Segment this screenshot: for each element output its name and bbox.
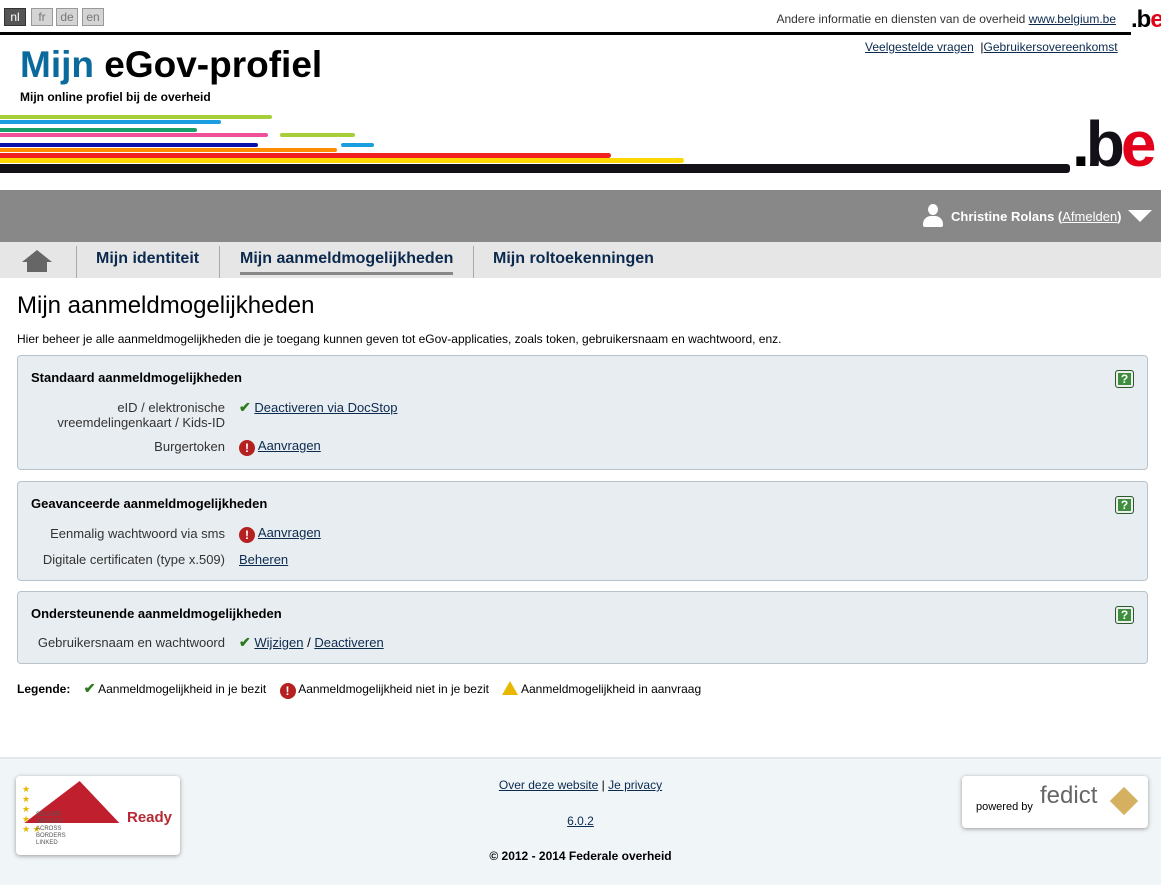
check-icon: ✔ <box>239 634 251 650</box>
check-icon: ✔ <box>239 399 251 415</box>
error-icon: ! <box>239 527 255 543</box>
fedict-logo: powered by fedict <box>962 776 1148 828</box>
home-icon[interactable] <box>22 250 52 272</box>
legend-ok: Aanmeldmogelijkheid in je bezit <box>98 682 267 696</box>
error-icon: ! <box>279 683 296 699</box>
other-info: Andere informatie en diensten van de ove… <box>776 12 1116 26</box>
help-icon[interactable]: ? <box>1115 370 1134 388</box>
change-password-link[interactable]: Wijzigen <box>254 635 303 650</box>
privacy-link[interactable]: Je privacy <box>608 778 662 792</box>
user-menu-chevron-down-icon[interactable] <box>1128 210 1152 222</box>
request-token-link[interactable]: Aanvragen <box>258 438 321 453</box>
panel-title: Geavanceerde aanmeldmogelijkheden <box>31 496 268 511</box>
tab-roles[interactable]: Mijn roltoekenningen <box>493 250 654 268</box>
site-subtitle: Mijn online profiel bij de overheid <box>20 90 211 104</box>
powered-by: powered by <box>976 801 1033 813</box>
fedict-cube-icon <box>1109 786 1139 816</box>
tab-divider <box>76 246 77 278</box>
panel-title: Standaard aanmeldmogelijkheden <box>31 370 242 385</box>
terms-link[interactable]: Gebruikersovereenkomst <box>984 40 1118 54</box>
title-mijn: Mijn <box>20 44 94 85</box>
legend-pending: Aanmeldmogelijkheid in aanvraag <box>521 682 702 696</box>
error-icon: ! <box>239 440 255 456</box>
be-logo: .be <box>1072 108 1156 180</box>
belgium-link[interactable]: www.belgium.be <box>1029 12 1116 26</box>
panel-standard: Standaard aanmeldmogelijkheden ? eID / e… <box>17 355 1148 470</box>
row-label: Eenmalig wachtwoord via sms <box>50 526 225 541</box>
check-icon: ✔ <box>83 680 96 696</box>
page-title: Mijn aanmeldmogelijkheden <box>17 292 315 319</box>
help-icon[interactable]: ? <box>1115 606 1134 624</box>
page-intro: Hier beheer je alle aanmeldmogelijkheden… <box>17 332 782 346</box>
faq-link[interactable]: Veelgestelde vragen <box>865 40 974 54</box>
user-name: Christine Rolans <box>951 209 1055 224</box>
lang-en[interactable]: en <box>82 8 104 26</box>
user-info: Christine Rolans (Afmelden) <box>951 209 1122 224</box>
legend: Legende: ✔ Aanmeldmogelijkheid in je bez… <box>17 680 701 699</box>
lang-de[interactable]: de <box>56 8 78 26</box>
lang-fr[interactable]: fr <box>31 8 53 26</box>
panel-supporting: Ondersteunende aanmeldmogelijkheden ? Ge… <box>17 591 1148 664</box>
help-icon[interactable]: ? <box>1115 496 1134 514</box>
legend-label: Legende: <box>17 682 71 696</box>
other-info-text: Andere informatie en diensten van de ove… <box>776 12 1029 26</box>
tab-login-options[interactable]: Mijn aanmeldmogelijkheden <box>240 250 454 275</box>
deactivate-password-link[interactable]: Deactiveren <box>314 635 383 650</box>
copyright: © 2012 - 2014 Federale overheid <box>489 849 672 863</box>
user-icon <box>922 204 944 228</box>
row-label: eID / elektronische vreemdelingenkaart /… <box>57 400 225 430</box>
site-title: Mijn eGov-profiel <box>20 44 322 86</box>
row-label: Burgertoken <box>154 439 225 454</box>
fedict-text: fedict <box>1040 782 1098 809</box>
version-link[interactable]: 6.0.2 <box>567 814 594 828</box>
tab-divider <box>219 246 220 278</box>
request-sms-link[interactable]: Aanvragen <box>258 525 321 540</box>
tab-identity[interactable]: Mijn identiteit <box>96 250 199 268</box>
top-links: Veelgestelde vragen |Gebruikersovereenko… <box>865 40 1118 54</box>
about-link[interactable]: Over deze website <box>499 778 598 792</box>
panel-title: Ondersteunende aanmeldmogelijkheden <box>31 606 282 621</box>
be-small-logo: .be <box>1131 6 1161 33</box>
panel-advanced: Geavanceerde aanmeldmogelijkheden ? Eenm… <box>17 481 1148 581</box>
top-rule <box>0 32 1131 35</box>
tab-divider <box>473 246 474 278</box>
row-label: Gebruikersnaam en wachtwoord <box>37 635 225 650</box>
logout-link[interactable]: Afmelden <box>1062 209 1117 224</box>
warning-icon <box>502 681 519 695</box>
title-egov: eGov-profiel <box>93 44 323 85</box>
manage-certificates-link[interactable]: Beheren <box>239 552 288 567</box>
row-label: Digitale certificaten (type x.509) <box>42 552 225 567</box>
footer: ★ ★ ★ ★ ★ ★ SECURE IDENTITY ACROSS BORDERS L… <box>0 757 1161 885</box>
legend-missing: Aanmeldmogelijkheid niet in je bezit <box>298 682 489 696</box>
lang-nl[interactable]: nl <box>4 8 26 26</box>
user-bar: Christine Rolans (Afmelden) <box>0 190 1161 242</box>
deactivate-docstop-link[interactable]: Deactiveren via DocStop <box>254 400 397 415</box>
